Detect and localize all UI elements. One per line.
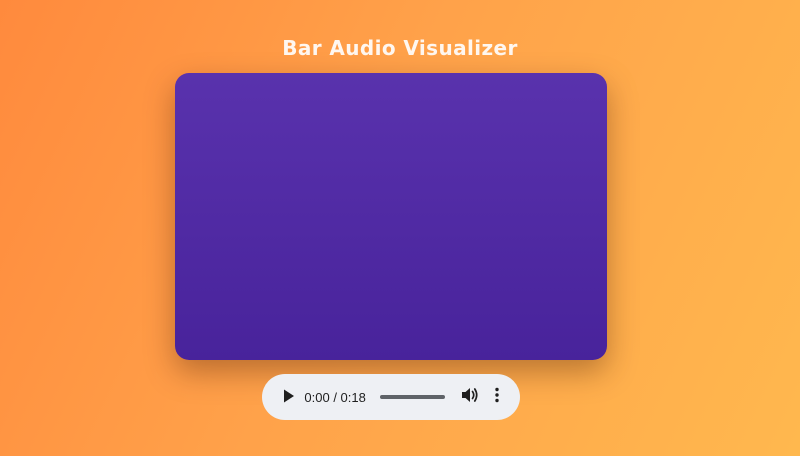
mute-button[interactable]: [459, 385, 481, 409]
play-icon: [283, 388, 295, 407]
time-display: 0:00 / 0:18: [304, 389, 366, 405]
play-button[interactable]: [278, 385, 300, 409]
more-options-button[interactable]: [486, 385, 508, 409]
seek-slider[interactable]: [379, 395, 446, 399]
volume-icon: [461, 387, 479, 407]
more-options-icon: [495, 387, 499, 407]
visualizer-canvas: [175, 73, 607, 360]
audio-player: 0:00 / 0:18: [262, 374, 520, 420]
page-title: Bar Audio Visualizer: [282, 36, 518, 60]
